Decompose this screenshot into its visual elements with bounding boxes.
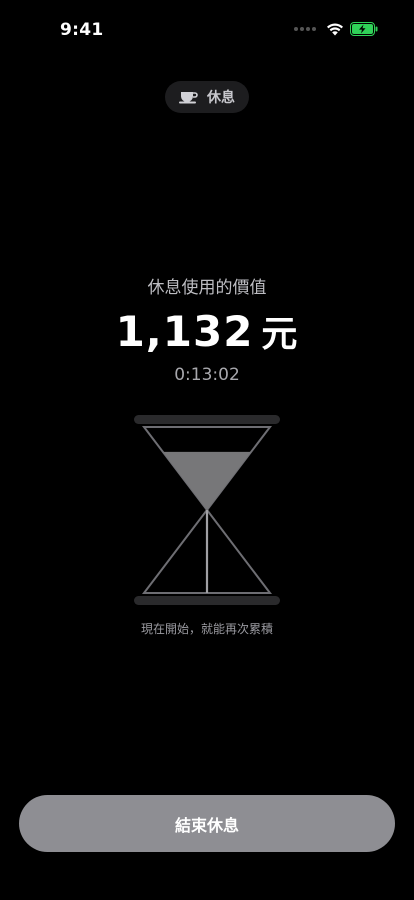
value-unit: 元 [261,314,299,355]
hourglass-bottom-cap [134,596,280,605]
battery-charging-icon [350,22,378,36]
value-amount: 1,132 元 [0,305,414,357]
status-bar: 9:41 [0,0,414,56]
mode-label: 休息 [207,90,235,106]
wifi-icon [327,23,343,36]
coffee-cup-icon [179,92,198,104]
value-title: 休息使用的價值 [147,278,267,298]
end-break-button[interactable]: 結束休息 [19,795,395,852]
value-number: 1,132 [115,307,254,356]
hourglass-icon [134,415,280,605]
hourglass-top-cap [134,415,280,424]
status-time: 9:41 [60,20,104,40]
sand-top [162,451,252,510]
hint-text: 現在開始，就能再次累積 [140,622,273,636]
status-indicators [294,22,378,36]
cellular-dots-icon [294,27,316,31]
break-mode-chip: 休息 [165,81,249,113]
elapsed-timer: 0:13:02 [174,365,240,385]
